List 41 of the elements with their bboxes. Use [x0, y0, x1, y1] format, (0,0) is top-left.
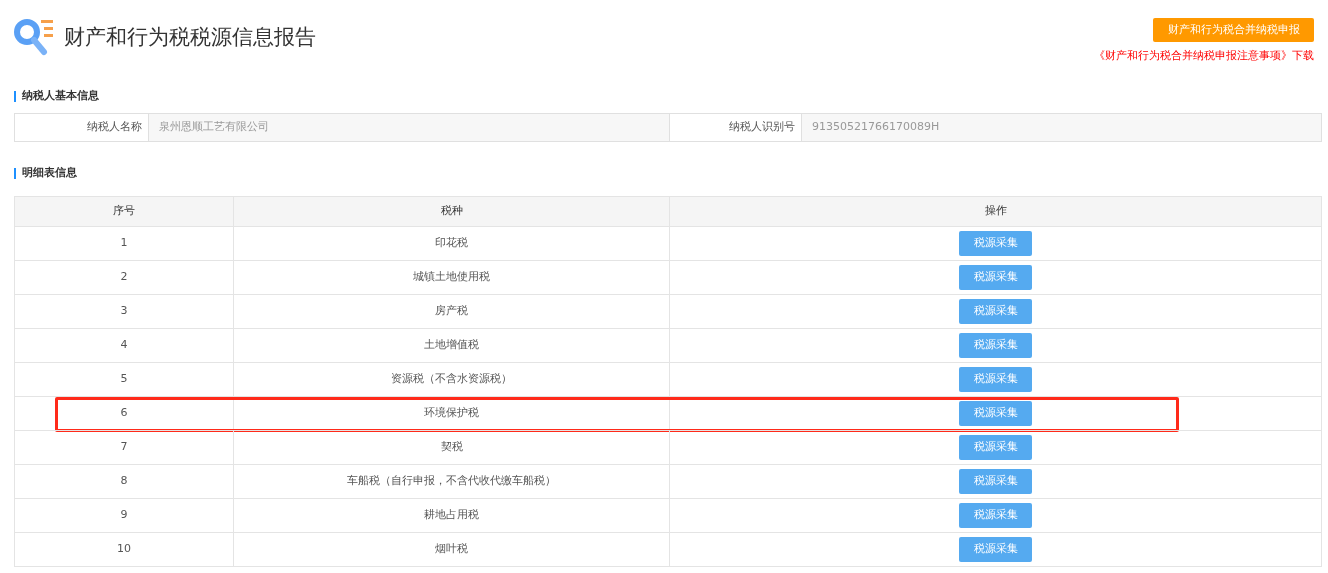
table-cell: 印花税 [233, 226, 669, 260]
collect-button[interactable]: 税源采集 [959, 434, 1032, 460]
table-cell-text: 9 [119, 506, 129, 523]
search-list-icon [14, 17, 56, 58]
field-value: 泉州恩顺工艺有限公司 [148, 113, 669, 141]
table-cell-text: 8 [119, 472, 129, 489]
section-heading: 纳税人基本信息 [22, 88, 99, 105]
table-cell: 房产税 [233, 294, 669, 328]
field-value: 91350521766170089H [801, 113, 1321, 141]
column-header: 操作 [669, 196, 1321, 226]
table-cell: 耕地占用税 [233, 498, 669, 532]
table-cell: 契税 [233, 430, 669, 464]
collect-button[interactable]: 税源采集 [959, 400, 1032, 426]
table-cell: 环境保护税 [233, 396, 669, 430]
collect-button[interactable]: 税源采集 [959, 366, 1032, 392]
table-cell: 资源税（不含水资源税） [233, 362, 669, 396]
table-cell: 城镇土地使用税 [233, 260, 669, 294]
collect-button[interactable]: 税源采集 [959, 264, 1032, 290]
collect-button[interactable]: 税源采集 [959, 536, 1032, 562]
table-cell-text: 4 [119, 336, 129, 353]
collect-button[interactable]: 税源采集 [959, 502, 1032, 528]
table-cell: 烟叶税 [233, 532, 669, 566]
table-cell-text: 7 [119, 438, 129, 455]
table-cell: 车船税（自行申报，不含代收代缴车船税） [233, 464, 669, 498]
collect-button[interactable]: 税源采集 [959, 230, 1032, 256]
column-header: 序号 [112, 202, 136, 219]
table-cell-text: 10 [116, 540, 132, 557]
table-cell: 土地增值税 [233, 328, 669, 362]
section-heading: 明细表信息 [22, 165, 77, 182]
page-title: 财产和行为税税源信息报告 [64, 23, 316, 51]
collect-button[interactable]: 税源采集 [959, 298, 1032, 324]
notice-download-link[interactable]: 《财产和行为税合并纳税申报注意事项》下载 [1094, 48, 1314, 65]
collect-button[interactable]: 税源采集 [959, 468, 1032, 494]
column-header: 税种 [233, 196, 669, 226]
table-cell-text: 5 [119, 370, 129, 387]
table-cell-text: 2 [119, 268, 129, 285]
declare-button[interactable]: 财产和行为税合并纳税申报 [1153, 18, 1314, 42]
collect-button[interactable]: 税源采集 [959, 332, 1032, 358]
table-cell-text: 3 [119, 302, 129, 319]
table-cell-text: 6 [119, 404, 129, 421]
table-cell-text: 1 [119, 234, 129, 251]
